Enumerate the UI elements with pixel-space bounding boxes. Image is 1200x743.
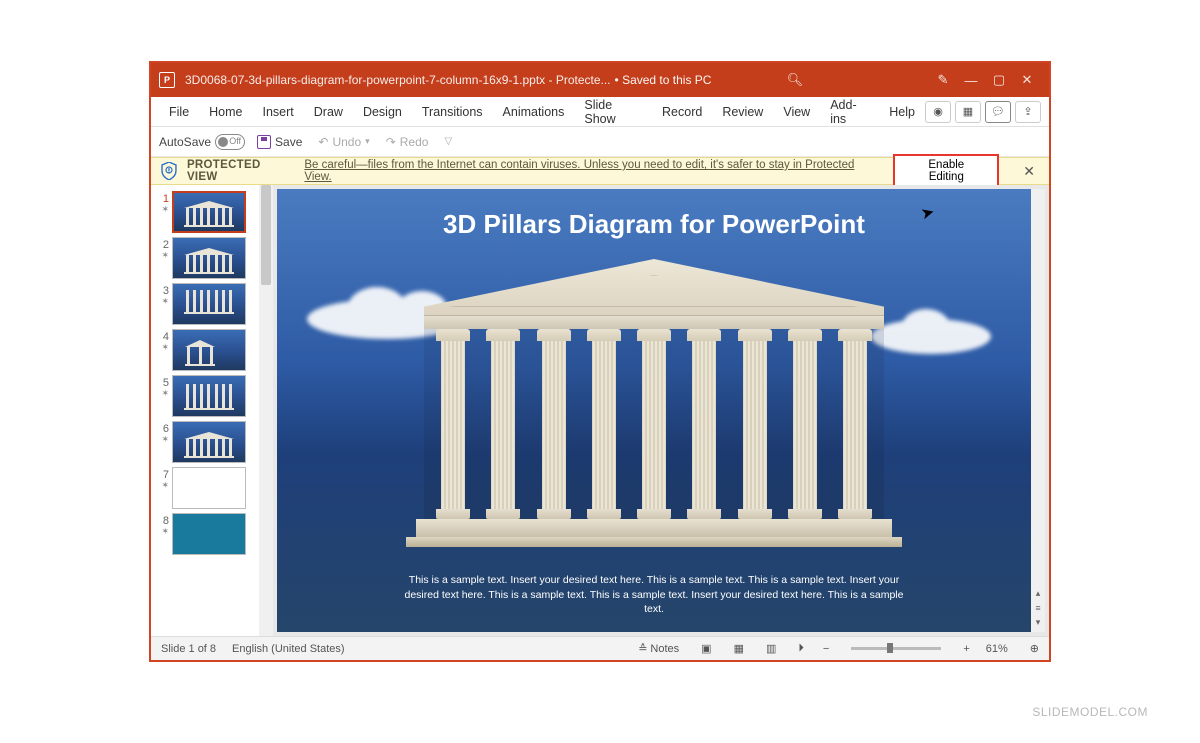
undo-icon: ↶ bbox=[318, 135, 328, 149]
close-icon[interactable]: ✕ bbox=[1013, 66, 1041, 94]
save-status: • Saved to this PC bbox=[615, 73, 712, 87]
normal-view-icon[interactable]: ▣ bbox=[698, 642, 714, 655]
language-status[interactable]: English (United States) bbox=[232, 643, 345, 655]
slide-title: 3D Pillars Diagram for PowerPoint bbox=[277, 209, 1031, 240]
slide-counter[interactable]: Slide 1 of 8 bbox=[161, 643, 216, 655]
protected-view-bar: PROTECTED VIEW Be careful—files from the… bbox=[151, 157, 1049, 185]
reading-view-icon[interactable]: ▥ bbox=[763, 642, 779, 655]
thumbnail-3[interactable]: 3✶ bbox=[151, 281, 259, 327]
tab-home[interactable]: Home bbox=[199, 97, 252, 126]
tab-record[interactable]: Record bbox=[652, 97, 712, 126]
sorter-view-icon[interactable]: ▦ bbox=[731, 642, 747, 655]
fit-window-icon[interactable]: ⊕ bbox=[1030, 642, 1039, 655]
tab-view[interactable]: View bbox=[773, 97, 820, 126]
thumbnail-2[interactable]: 2✶ bbox=[151, 235, 259, 281]
zoom-slider[interactable] bbox=[851, 647, 941, 650]
save-icon bbox=[257, 135, 271, 149]
undo-button[interactable]: ↶ Undo ▾ bbox=[314, 135, 373, 149]
quick-access-toolbar: AutoSave Off Save ↶ Undo ▾ ↷ Redo ▽ bbox=[151, 127, 1049, 157]
tab-transitions[interactable]: Transitions bbox=[412, 97, 493, 126]
ribbon-tabs: File Home Insert Draw Design Transitions… bbox=[151, 97, 1049, 127]
share-icon[interactable]: ⇪ bbox=[1015, 101, 1041, 123]
thumbnail-5[interactable]: 5✶ bbox=[151, 373, 259, 419]
slide-editor: 3D Pillars Diagram for PowerPoint bbox=[273, 185, 1049, 636]
file-name: 3D0068-07-3d-pillars-diagram-for-powerpo… bbox=[185, 73, 611, 87]
thumbnail-panel: 1✶ 2✶ 3✶ 4✶ 5✶ 6✶ 7✶ 8✶ bbox=[151, 185, 259, 636]
search-icon[interactable]: 🔍︎ bbox=[781, 66, 809, 94]
redo-button[interactable]: ↷ Redo bbox=[382, 135, 433, 149]
zoom-out-icon[interactable]: − bbox=[823, 643, 829, 655]
protected-view-label: PROTECTED VIEW bbox=[187, 159, 294, 183]
slide-canvas[interactable]: 3D Pillars Diagram for PowerPoint bbox=[277, 189, 1031, 632]
next-slide-icon[interactable]: ▾ bbox=[1031, 617, 1045, 628]
notes-icon: ≙ bbox=[638, 642, 647, 655]
tab-design[interactable]: Design bbox=[353, 97, 412, 126]
nav-icon[interactable]: ≡ bbox=[1031, 603, 1045, 613]
tab-draw[interactable]: Draw bbox=[304, 97, 353, 126]
thumbnail-4[interactable]: 4✶ bbox=[151, 327, 259, 373]
status-bar: Slide 1 of 8 English (United States) ≙No… bbox=[151, 636, 1049, 660]
notes-button[interactable]: ≙Notes bbox=[635, 642, 682, 655]
tab-help[interactable]: Help bbox=[879, 97, 925, 126]
sample-text: This is a sample text. Insert your desir… bbox=[397, 573, 911, 616]
watermark: SLIDEMODEL.COM bbox=[1032, 705, 1148, 719]
prev-slide-icon[interactable]: ▴ bbox=[1031, 588, 1045, 599]
tab-review[interactable]: Review bbox=[712, 97, 773, 126]
zoom-in-icon[interactable]: + bbox=[963, 643, 969, 655]
shield-icon bbox=[161, 162, 177, 180]
autosave-toggle[interactable]: AutoSave Off bbox=[159, 134, 245, 150]
pen-icon[interactable]: ✎ bbox=[929, 66, 957, 94]
cloud-graphic bbox=[871, 319, 991, 354]
redo-icon: ↷ bbox=[386, 135, 396, 149]
thumbnail-1[interactable]: 1✶ bbox=[151, 189, 259, 235]
chevron-down-icon: ▾ bbox=[365, 136, 370, 147]
tab-insert[interactable]: Insert bbox=[253, 97, 304, 126]
minimize-icon[interactable]: — bbox=[957, 66, 985, 94]
autosave-label: AutoSave bbox=[159, 135, 211, 149]
slideshow-view-icon[interactable]: ⏵ bbox=[795, 642, 807, 655]
save-button[interactable]: Save bbox=[253, 135, 306, 149]
tab-animations[interactable]: Animations bbox=[493, 97, 575, 126]
close-bar-icon[interactable]: ✕ bbox=[1019, 163, 1039, 180]
tab-addins[interactable]: Add-ins bbox=[820, 97, 879, 126]
maximize-icon[interactable]: ▢ bbox=[985, 66, 1013, 94]
teams-icon[interactable]: ▦ bbox=[955, 101, 981, 123]
title-bar: P 3D0068-07-3d-pillars-diagram-for-power… bbox=[151, 63, 1049, 97]
camera-icon[interactable]: ◉ bbox=[925, 101, 951, 123]
slide-scrollbar[interactable]: ▴ ≡ ▾ bbox=[1031, 189, 1045, 632]
tab-file[interactable]: File bbox=[159, 97, 199, 126]
thumbnail-scrollbar[interactable] bbox=[259, 185, 273, 636]
comments-icon[interactable]: 💬︎ bbox=[985, 101, 1011, 123]
zoom-level[interactable]: 61% bbox=[986, 643, 1008, 655]
app-window: P 3D0068-07-3d-pillars-diagram-for-power… bbox=[149, 61, 1051, 662]
temple-graphic bbox=[424, 259, 884, 547]
overflow-icon[interactable]: ▽ bbox=[440, 136, 456, 147]
workspace: 1✶ 2✶ 3✶ 4✶ 5✶ 6✶ 7✶ 8✶ 3D Pillars Diagr… bbox=[151, 185, 1049, 636]
powerpoint-icon: P bbox=[159, 72, 175, 88]
thumbnail-7[interactable]: 7✶ bbox=[151, 465, 259, 511]
tab-slideshow[interactable]: Slide Show bbox=[574, 97, 652, 126]
thumbnail-8[interactable]: 8✶ bbox=[151, 511, 259, 557]
protected-view-message[interactable]: Be careful—files from the Internet can c… bbox=[304, 159, 883, 183]
thumbnail-6[interactable]: 6✶ bbox=[151, 419, 259, 465]
enable-editing-button[interactable]: Enable Editing bbox=[893, 154, 999, 188]
